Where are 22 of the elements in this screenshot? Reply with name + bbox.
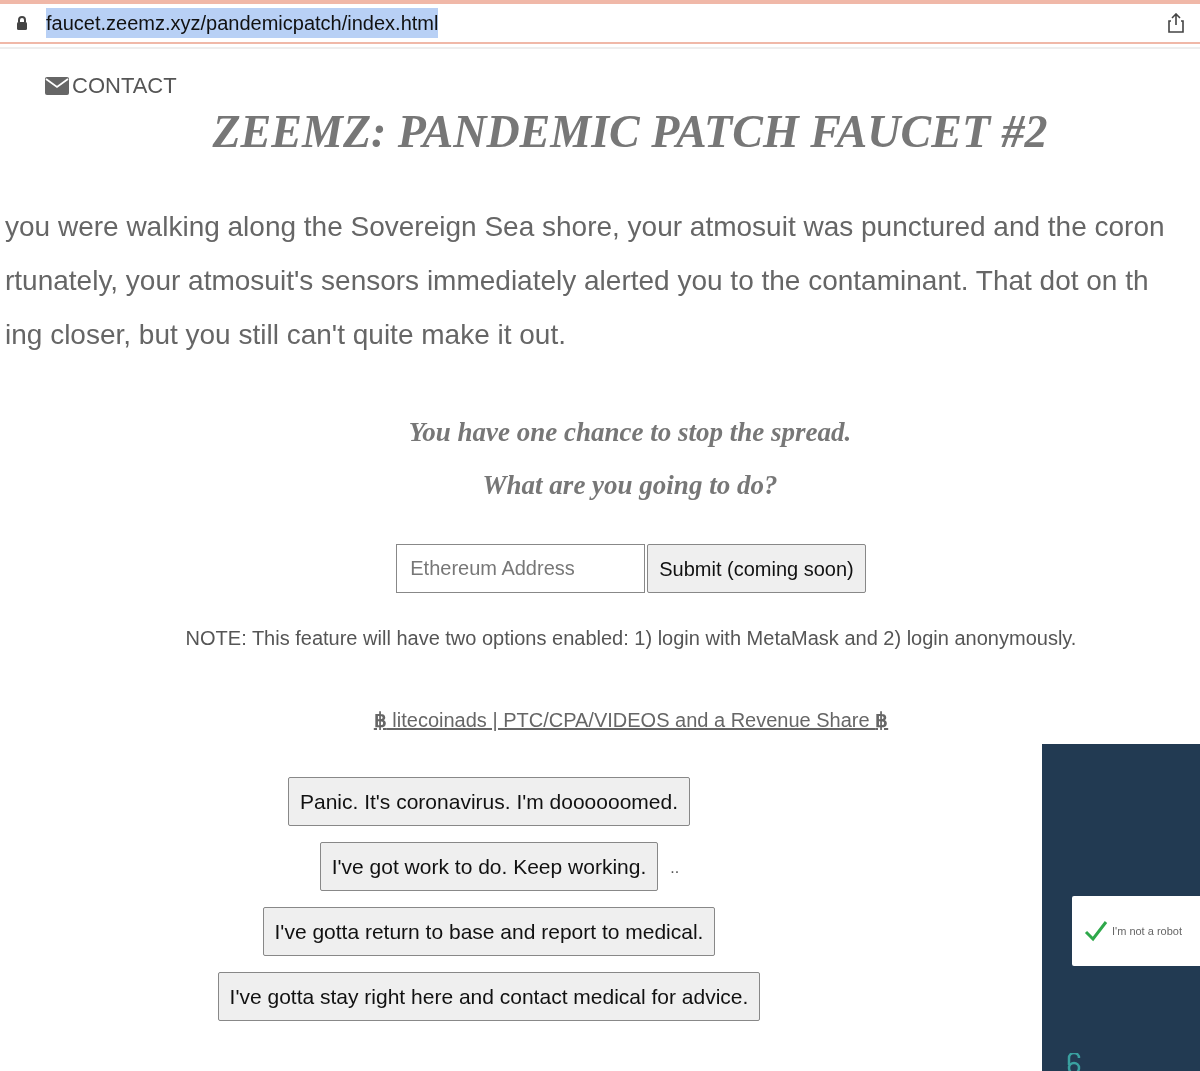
lock-icon <box>16 15 28 31</box>
share-icon[interactable] <box>1168 13 1184 33</box>
page-title: ZEEMZ: PANDEMIC PATCH FAUCET #2 <box>211 105 1049 159</box>
choice-button[interactable]: I've gotta return to base and report to medical. <box>262 907 716 956</box>
address-input[interactable]: Ethereum Address <box>396 544 646 593</box>
contact-link[interactable]: CONTACT <box>45 69 177 102</box>
prompt-heading: What are you going to do? <box>482 469 778 502</box>
envelope-icon <box>45 76 69 95</box>
trailing-dots: .. <box>670 858 680 878</box>
choice-button[interactable]: I've got work to do. Keep working. <box>319 842 659 891</box>
note-text: NOTE: This feature will have two options enabled: 1) login with MetaMask and 2) login anonymously. <box>184 626 1078 651</box>
submit-button[interactable]: Submit (coming soon) <box>647 544 866 593</box>
url-text[interactable]: faucet.zeemz.xyz/pandemicpatch/index.html <box>46 8 439 38</box>
ads-link[interactable]: ฿ litecoinads | PTC/CPA/VIDEOS and a Revenue Share ฿ <box>373 705 889 735</box>
story-text: rtunately, your atmosuit's sensors immediately alerted you to the contaminant. That dot on th <box>5 264 1150 298</box>
prompt-heading: You have one chance to stop the spread. <box>408 416 852 449</box>
captcha-label: I'm not a robot <box>1112 923 1182 939</box>
story-text: ing closer, but you still can't quite make it out. <box>5 318 567 352</box>
story-text: you were walking along the Sovereign Sea shore, your atmosuit was punctured and the coron <box>5 210 1166 244</box>
captcha-box[interactable]: I'm not a robot <box>1072 896 1200 966</box>
choice-button[interactable]: Panic. It's coronavirus. I'm doooooomed. <box>287 777 690 826</box>
choice-button[interactable]: I've gotta stay right here and contact medical for advice. <box>217 972 761 1021</box>
